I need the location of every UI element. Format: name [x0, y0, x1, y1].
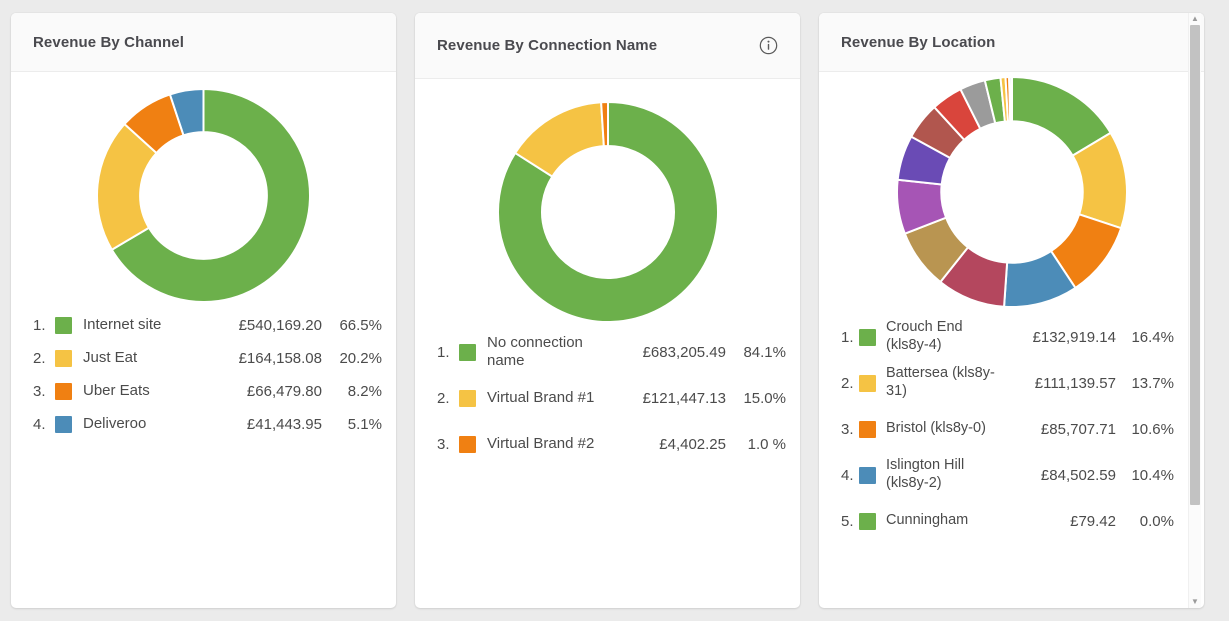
card-header: Revenue By Location — [819, 13, 1204, 72]
legend-color-swatch — [859, 329, 876, 346]
legend-value: £121,447.13 — [614, 390, 736, 407]
legend-row[interactable]: 3. Bristol (kls8y-0)£85,707.7110.6% — [837, 406, 1174, 452]
legend-row[interactable]: 4. Islington Hill (kls8y-2)£84,502.5910.4… — [837, 452, 1174, 498]
info-circle-icon[interactable] — [759, 36, 778, 55]
legend-rank: 5. — [837, 513, 859, 530]
legend-percent: 20.2% — [332, 350, 382, 367]
legend-row[interactable]: 5. Cunningham£79.420.0% — [837, 498, 1174, 544]
legend-label: Virtual Brand #2 — [487, 435, 614, 453]
legend-value: £540,169.20 — [212, 317, 332, 334]
legend-percent: 15.0% — [736, 390, 786, 407]
donut-chart-revenue-by-connection-name — [415, 79, 800, 323]
legend-color-swatch — [859, 421, 876, 438]
legend-label: Cunningham — [886, 512, 1014, 530]
legend-rank: 3. — [29, 383, 55, 400]
legend-label: Virtual Brand #1 — [487, 389, 614, 407]
legend-scrollbar[interactable]: ▲ ▼ — [1188, 13, 1201, 608]
legend-row[interactable]: 2. Virtual Brand #1£121,447.1315.0% — [433, 375, 786, 421]
legend-revenue-by-connection-name: 1. No connection name£683,205.4984.1% 2. Vi… — [415, 323, 800, 608]
legend-rank: 1. — [29, 317, 55, 334]
legend-rank: 2. — [837, 375, 859, 392]
legend-rank: 2. — [433, 390, 459, 407]
legend-rank: 3. — [837, 421, 859, 438]
dashboard-board: Revenue By Channel 1. Internet site£540,1… — [0, 0, 1229, 621]
page-title: Revenue By Location — [841, 34, 995, 51]
legend-label: Just Eat — [83, 349, 212, 367]
legend-color-swatch — [459, 436, 476, 453]
scroll-up-arrow-icon[interactable]: ▲ — [1189, 13, 1201, 25]
legend-label: Deliveroo — [83, 415, 212, 433]
legend-revenue-by-location: 1. Crouch End (kls8y-4)£132,919.1416.4% 2.… — [819, 308, 1204, 608]
legend-color-swatch — [55, 416, 72, 433]
legend-rank: 1. — [433, 344, 459, 361]
legend-value: £84,502.59 — [1014, 467, 1126, 484]
legend-rank: 1. — [837, 329, 859, 346]
legend-percent: 10.6% — [1126, 421, 1174, 438]
legend-label: Battersea (kls8y-31) — [886, 365, 1014, 400]
donut-svg[interactable] — [497, 101, 719, 323]
legend-rank: 4. — [837, 467, 859, 484]
legend-value: £111,139.57 — [1014, 375, 1126, 392]
legend-color-swatch — [55, 317, 72, 334]
legend-row[interactable]: 3. Uber Eats£66,479.808.2% — [29, 375, 382, 408]
legend-percent: 1.0 % — [736, 436, 786, 453]
legend-label: Crouch End (kls8y-4) — [886, 319, 1014, 354]
legend-percent: 5.1% — [332, 416, 382, 433]
legend-rank: 3. — [433, 436, 459, 453]
scrollbar-track[interactable] — [1190, 25, 1200, 596]
legend-label: Internet site — [83, 316, 212, 334]
legend-row[interactable]: 2. Just Eat£164,158.0820.2% — [29, 342, 382, 375]
legend-value: £683,205.49 — [614, 344, 736, 361]
legend-rank: 4. — [29, 416, 55, 433]
legend-percent: 0.0% — [1126, 513, 1174, 530]
donut-chart-revenue-by-channel — [11, 72, 396, 303]
legend-row[interactable]: 1. Crouch End (kls8y-4)£132,919.1416.4% — [837, 314, 1174, 360]
legend-label: Bristol (kls8y-0) — [886, 420, 1014, 438]
legend-color-swatch — [459, 344, 476, 361]
legend-percent: 8.2% — [332, 383, 382, 400]
legend-row[interactable]: 2. Battersea (kls8y-31)£111,139.5713.7% — [837, 360, 1174, 406]
legend-label: Uber Eats — [83, 382, 212, 400]
legend-value: £79.42 — [1014, 513, 1126, 530]
page-title: Revenue By Connection Name — [437, 37, 657, 54]
legend-revenue-by-channel: 1. Internet site£540,169.2066.5% 2. Just Ea… — [11, 303, 396, 608]
card-revenue-by-location: Revenue By Location 1. Crouch End (kls8y-… — [819, 13, 1204, 608]
legend-row[interactable]: 3. Virtual Brand #2£4,402.251.0 % — [433, 421, 786, 467]
legend-value: £66,479.80 — [212, 383, 332, 400]
legend-color-swatch — [859, 467, 876, 484]
card-header: Revenue By Channel — [11, 13, 396, 72]
legend-percent: 13.7% — [1126, 375, 1174, 392]
scroll-down-arrow-icon[interactable]: ▼ — [1189, 596, 1201, 608]
donut-slice[interactable] — [1011, 77, 1012, 121]
legend-rank: 2. — [29, 350, 55, 367]
legend-row[interactable]: 4. Deliveroo£41,443.955.1% — [29, 408, 382, 441]
legend-row[interactable]: 1. Internet site£540,169.2066.5% — [29, 309, 382, 342]
legend-color-swatch — [55, 350, 72, 367]
legend-percent: 10.4% — [1126, 467, 1174, 484]
legend-percent: 84.1% — [736, 344, 786, 361]
donut-svg[interactable] — [896, 76, 1128, 308]
legend-value: £132,919.14 — [1014, 329, 1126, 346]
card-revenue-by-connection-name: Revenue By Connection Name 1. No connecti… — [415, 13, 800, 608]
legend-label: No connection name — [487, 334, 614, 371]
legend-label: Islington Hill (kls8y-2) — [886, 457, 1014, 492]
donut-chart-revenue-by-location — [819, 72, 1204, 308]
legend-value: £4,402.25 — [614, 436, 736, 453]
legend-value: £164,158.08 — [212, 350, 332, 367]
legend-color-swatch — [859, 375, 876, 392]
legend-value: £85,707.71 — [1014, 421, 1126, 438]
legend-color-swatch — [459, 390, 476, 407]
donut-svg[interactable] — [96, 88, 311, 303]
legend-percent: 16.4% — [1126, 329, 1174, 346]
legend-value: £41,443.95 — [212, 416, 332, 433]
scrollbar-thumb[interactable] — [1190, 25, 1200, 505]
legend-color-swatch — [55, 383, 72, 400]
page-title: Revenue By Channel — [33, 34, 184, 51]
card-header: Revenue By Connection Name — [415, 13, 800, 79]
legend-row[interactable]: 1. No connection name£683,205.4984.1% — [433, 329, 786, 375]
legend-percent: 66.5% — [332, 317, 382, 334]
legend-color-swatch — [859, 513, 876, 530]
card-revenue-by-channel: Revenue By Channel 1. Internet site£540,1… — [11, 13, 396, 608]
